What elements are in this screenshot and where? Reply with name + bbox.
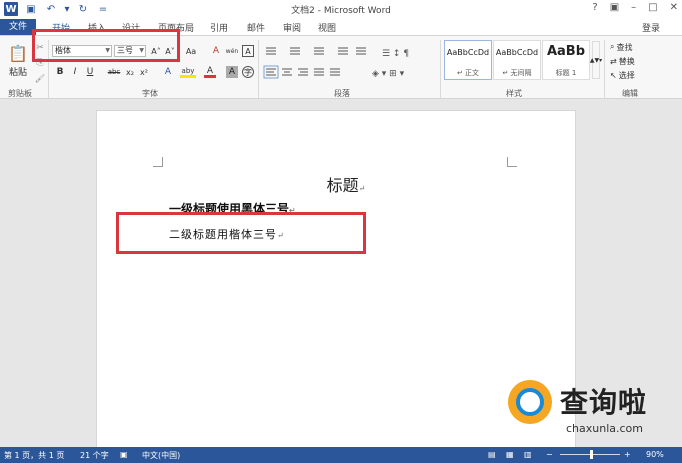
style-sample: AaBbCcDd: [495, 48, 539, 57]
superscript-button[interactable]: x²: [138, 66, 150, 78]
ribbon-divider: [258, 40, 259, 98]
paragraph-mark: ↵: [358, 184, 366, 193]
clipboard-group-label: 剪贴板: [8, 89, 32, 98]
web-layout-icon[interactable]: ▥: [524, 450, 532, 459]
language[interactable]: 中文(中国): [142, 450, 180, 461]
subscript-button[interactable]: x₂: [124, 66, 136, 78]
heading-2-highlight: [116, 212, 366, 254]
font-group-label: 字体: [142, 89, 158, 98]
svg-text:◈ ▾ ⊞ ▾: ◈ ▾ ⊞ ▾: [372, 69, 405, 79]
bold-button[interactable]: B: [54, 66, 66, 78]
replace-icon: ⇄: [610, 56, 617, 66]
select-button[interactable]: ↖ 选择: [610, 69, 635, 81]
style-no-spacing[interactable]: AaBbCcDd ↵ 无间隔: [493, 40, 541, 80]
zoom-out-icon[interactable]: −: [546, 450, 553, 459]
highlight-button[interactable]: aby: [180, 66, 196, 78]
replace-button[interactable]: ⇄ 替换: [610, 55, 635, 67]
zoom-level[interactable]: 90%: [646, 450, 664, 459]
watermark-text: 查询啦: [560, 386, 648, 419]
format-painter-icon[interactable]: 🖌: [34, 72, 46, 84]
print-layout-icon[interactable]: ▦: [506, 450, 514, 459]
document-page[interactable]: [96, 110, 576, 450]
change-case-button[interactable]: Aa: [182, 45, 200, 57]
paragraph-group-label: 段落: [334, 89, 350, 98]
page-count[interactable]: 第 1 页，共 1 页: [4, 450, 64, 461]
styles-group-label: 样式: [506, 89, 522, 98]
status-bar: 第 1 页，共 1 页 21 个字 ▣ 中文(中国) ▤ ▦ ▥ − + 90%: [0, 447, 682, 463]
style-name: 标题 1: [555, 69, 577, 77]
paragraph-tools[interactable]: ☰ ↕ ¶ ◈ ▾ ⊞ ▾: [262, 44, 438, 84]
title-text: 标题: [326, 176, 359, 195]
style-normal[interactable]: AaBbCcDd ↵ 正文: [444, 40, 492, 80]
word-count[interactable]: 21 个字: [80, 450, 109, 461]
tab-view[interactable]: 视图: [318, 21, 336, 34]
margin-corner: [507, 157, 517, 167]
style-sample: AaBbCcDd: [446, 48, 490, 57]
tab-references[interactable]: 引用: [210, 21, 228, 34]
help-button[interactable]: ?: [592, 2, 597, 13]
strikethrough-button[interactable]: abc: [106, 66, 122, 78]
maximize-button[interactable]: □: [648, 2, 657, 13]
style-name: ↵ 无间隔: [502, 69, 532, 77]
margin-corner: [153, 157, 163, 167]
close-button[interactable]: ✕: [670, 2, 678, 13]
select-label: 选择: [618, 70, 635, 80]
window-title: 文档2 - Microsoft Word: [291, 6, 391, 16]
tab-review[interactable]: 审阅: [283, 21, 301, 34]
style-name: ↵ 正文: [456, 69, 480, 77]
styles-scroll[interactable]: ▲▼▾: [590, 41, 602, 79]
watermark-logo-icon: [508, 380, 552, 424]
search-icon: ⌕: [610, 42, 615, 51]
italic-button[interactable]: I: [69, 66, 81, 78]
phonetic-guide-button[interactable]: wén: [224, 45, 240, 57]
tab-file[interactable]: 文件: [0, 19, 36, 35]
watermark-logo-ring: [516, 388, 544, 416]
replace-label: 替换: [618, 56, 635, 66]
underline-button[interactable]: U: [84, 66, 96, 78]
clear-format-button[interactable]: A: [210, 45, 222, 57]
style-heading-1[interactable]: AaBb 标题 1: [542, 40, 590, 80]
tab-mailings[interactable]: 邮件: [247, 21, 265, 34]
word-window: W ▣ ↶ ▾ ↻ = 文档2 - Microsoft Word ? ▣ – □…: [0, 0, 682, 463]
find-label: 查找: [616, 42, 633, 52]
paste-icon[interactable]: 📋: [8, 42, 28, 64]
minimize-button[interactable]: –: [631, 2, 636, 13]
char-shading-button[interactable]: A: [226, 66, 238, 78]
zoom-in-icon[interactable]: +: [624, 450, 631, 459]
proofing-icon[interactable]: ▣: [120, 450, 128, 459]
paste-button[interactable]: 粘贴: [6, 66, 30, 78]
window-controls: ? ▣ – □ ✕: [592, 2, 678, 13]
zoom-slider-thumb[interactable]: [590, 450, 593, 459]
svg-text:☰ ↕ ¶: ☰ ↕ ¶: [382, 49, 409, 59]
enclose-char-button[interactable]: 字: [242, 66, 254, 78]
cursor-icon: ↖: [610, 70, 617, 80]
text-effects-button[interactable]: A: [162, 66, 174, 78]
ribbon-divider: [440, 40, 441, 98]
document-title[interactable]: 标题↵: [0, 172, 682, 196]
ribbon-display-button[interactable]: ▣: [610, 2, 619, 13]
login-link[interactable]: 登录: [642, 21, 660, 34]
find-button[interactable]: ⌕ 查找: [610, 41, 632, 53]
char-border-button[interactable]: A: [242, 45, 254, 57]
read-mode-icon[interactable]: ▤: [488, 450, 496, 459]
style-sample: AaBb: [546, 44, 586, 59]
title-bar: W ▣ ↶ ▾ ↻ = 文档2 - Microsoft Word ? ▣ – □…: [0, 0, 682, 19]
ribbon-divider: [604, 40, 605, 98]
editing-group-label: 编辑: [622, 89, 638, 98]
watermark-url: chaxunla.com: [566, 422, 643, 435]
font-color-button[interactable]: A: [204, 66, 216, 78]
font-selector-highlight: [32, 29, 180, 62]
